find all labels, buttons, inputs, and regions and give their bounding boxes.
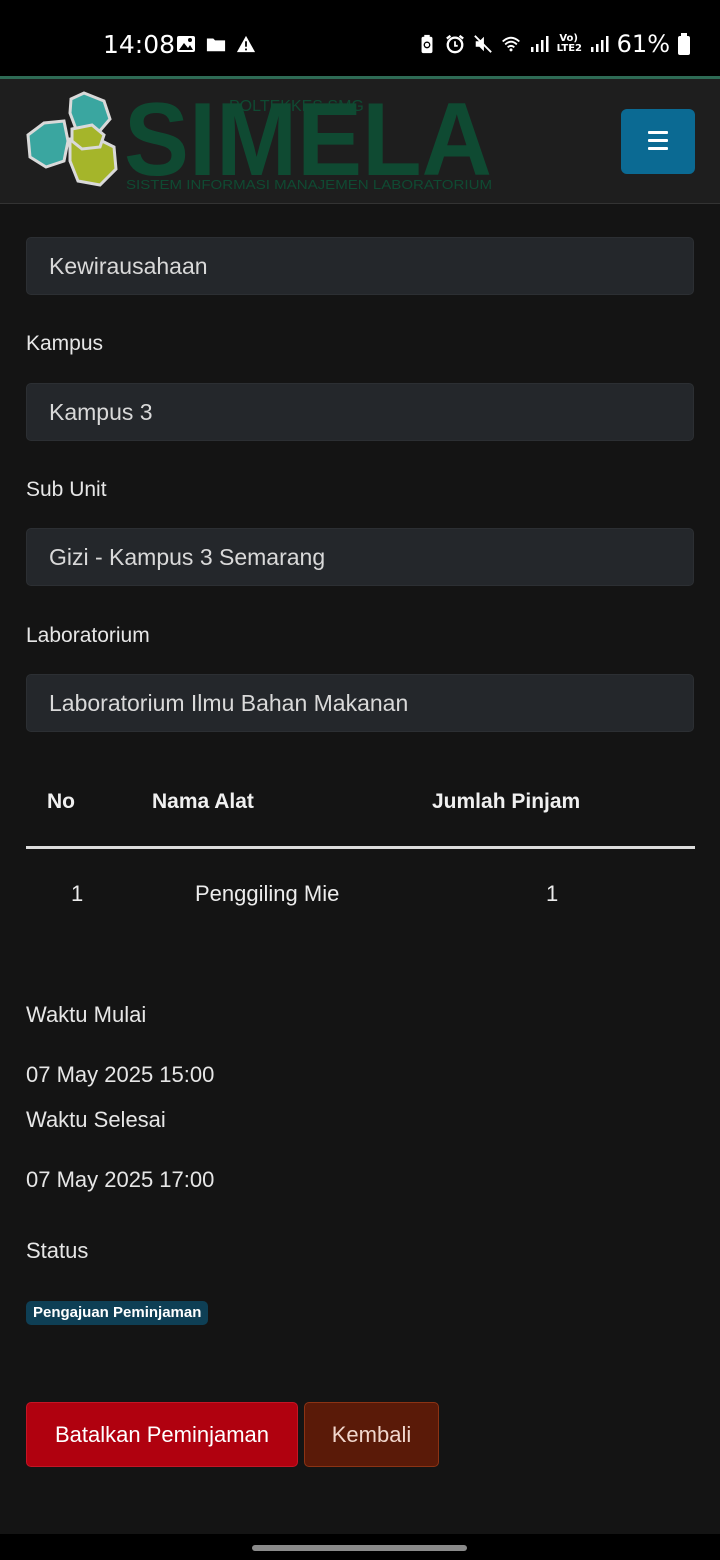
table-cell-nama-alat: Penggiling Mie [195, 881, 340, 906]
kampus-label: Kampus [26, 332, 104, 355]
logo-name: SIMELA [124, 91, 492, 191]
battery-icon [678, 33, 690, 55]
wifi-icon [501, 36, 520, 52]
table-header-jumlah-pinjam: Jumlah Pinjam [432, 790, 581, 813]
table-header-nama-alat: Nama Alat [152, 790, 254, 813]
system-icons: Vo) LTE2 61% [417, 30, 690, 58]
back-button[interactable]: Kembali [304, 1402, 439, 1467]
waktu-mulai-label: Waktu Mulai [26, 1002, 147, 1027]
volte-icon: Vo) LTE2 [556, 33, 582, 54]
home-gesture-handle[interactable] [252, 1545, 467, 1551]
logo-subtitle: SISTEM INFORMASI MANAJEMEN LABORATORIUM [126, 177, 492, 191]
sub-unit-label: Sub Unit [26, 478, 107, 501]
status-label: Status [26, 1238, 89, 1263]
waktu-selesai-value: 07 May 2025 17:00 [26, 1167, 215, 1192]
mata-kuliah-field[interactable]: Kewirausahaan [26, 237, 694, 295]
signal-icon [590, 36, 609, 52]
folder-icon [206, 38, 226, 52]
table-header-no: No [47, 790, 75, 813]
battery-percent: 61% [616, 30, 670, 58]
cancel-loan-button[interactable]: Batalkan Peminjaman [26, 1402, 298, 1467]
status-bar: 14:08 Vo) LTE2 61% [0, 0, 720, 76]
table-cell-no: 1 [71, 881, 84, 906]
waktu-mulai-value: 07 May 2025 15:00 [26, 1062, 215, 1087]
image-icon [177, 36, 195, 52]
alarm-icon [445, 34, 464, 54]
status-badge: Pengajuan Peminjaman [26, 1301, 209, 1325]
table-header-rule [26, 846, 695, 849]
system-nav-bar [0, 1534, 720, 1560]
sub-unit-field[interactable]: Gizi - Kampus 3 Semarang [26, 528, 694, 586]
simela-logo-mark[interactable] [24, 91, 118, 189]
warning-icon [236, 35, 256, 53]
hamburger-menu-icon [648, 131, 668, 150]
table-cell-jumlah-pinjam: 1 [546, 881, 559, 906]
waktu-selesai-label: Waktu Selesai [26, 1107, 166, 1132]
menu-toggle-button[interactable] [621, 109, 695, 174]
signal-icon [530, 36, 549, 52]
simela-logo-text[interactable]: POLTEKKES SMG SIMELA SISTEM INFORMASI MA… [124, 91, 496, 191]
status-time: 14:08 [103, 30, 176, 59]
app-header: POLTEKKES SMG SIMELA SISTEM INFORMASI MA… [0, 79, 720, 204]
laboratorium-label: Laboratorium [26, 624, 150, 647]
kampus-field[interactable]: Kampus 3 [26, 383, 694, 441]
battery-saver-icon [421, 34, 433, 54]
mute-icon [473, 35, 492, 53]
laboratorium-field[interactable]: Laboratorium Ilmu Bahan Makanan [26, 674, 694, 732]
notification-icons [176, 34, 256, 54]
